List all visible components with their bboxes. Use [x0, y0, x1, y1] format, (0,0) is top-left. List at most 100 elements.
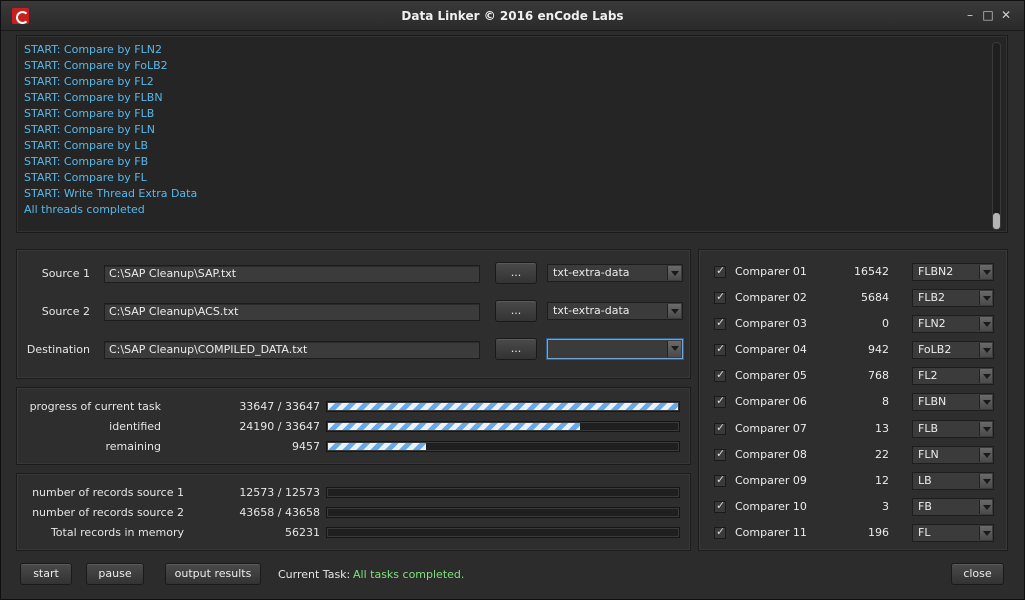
- comparer-name: Comparer 09: [735, 474, 807, 487]
- records-source2-label: number of records source 2: [32, 506, 184, 519]
- chevron-down-icon[interactable]: [979, 448, 992, 462]
- chevron-down-icon[interactable]: [979, 317, 992, 331]
- log-line: START: Compare by LB: [24, 139, 148, 152]
- comparer-method-select[interactable]: FLB2: [912, 289, 994, 307]
- comparer-checkbox[interactable]: [714, 342, 726, 356]
- comparer-count: 16542: [854, 265, 889, 278]
- source1-label: Source 1: [41, 267, 90, 280]
- chevron-down-icon[interactable]: [667, 304, 681, 318]
- source2-browse-button[interactable]: ...: [495, 300, 537, 322]
- comparer-checkbox[interactable]: [714, 525, 726, 539]
- current-task-label: Current Task:: [278, 568, 351, 581]
- comparer-checkbox[interactable]: [714, 290, 726, 304]
- comparer-checkbox[interactable]: [714, 473, 726, 487]
- chevron-down-icon[interactable]: [979, 422, 992, 436]
- comparer-count: 22: [875, 448, 889, 461]
- current-task-progress-fill: [328, 403, 678, 410]
- comparer-checkbox[interactable]: [714, 368, 726, 382]
- chevron-down-icon[interactable]: [979, 526, 992, 540]
- source1-path-input[interactable]: C:\SAP Cleanup\SAP.txt: [104, 265, 480, 283]
- comparer-count: 196: [868, 526, 889, 539]
- destination-browse-button[interactable]: ...: [495, 338, 537, 360]
- chevron-down-icon[interactable]: [979, 395, 992, 409]
- comparer-row: Comparer 08 22 FLN: [699, 446, 1007, 466]
- remaining-value: 9457: [292, 440, 320, 453]
- comparer-method-value: FLBN: [918, 395, 947, 408]
- log-line: All threads completed: [24, 203, 145, 216]
- comparer-row: Comparer 09 12 LB: [699, 472, 1007, 492]
- log-line: START: Compare by FLN2: [24, 43, 162, 56]
- comparer-method-select[interactable]: FLN: [912, 446, 994, 464]
- source2-format-select[interactable]: txt-extra-data: [547, 302, 683, 320]
- comparer-method-select[interactable]: FL2: [912, 367, 994, 385]
- comparer-row: Comparer 01 16542 FLBN2: [699, 263, 1007, 283]
- chevron-down-icon[interactable]: [979, 500, 992, 514]
- chevron-down-icon[interactable]: [979, 369, 992, 383]
- source1-format-select[interactable]: txt-extra-data: [547, 264, 683, 282]
- comparer-checkbox[interactable]: [714, 421, 726, 435]
- comparer-method-value: FLBN2: [918, 265, 954, 278]
- comparer-name: Comparer 01: [735, 265, 807, 278]
- log-scrollbar-thumb[interactable]: [993, 213, 1000, 229]
- log-line: START: Compare by FL: [24, 171, 147, 184]
- destination-format-select[interactable]: [547, 339, 683, 359]
- comparer-method-value: FB: [918, 500, 932, 513]
- comparer-method-select[interactable]: FLBN2: [912, 263, 994, 281]
- log-line: START: Compare by FL2: [24, 75, 154, 88]
- comparer-name: Comparer 11: [735, 526, 807, 539]
- comparer-row: Comparer 04 942 FoLB2: [699, 341, 1007, 361]
- comparer-checkbox[interactable]: [714, 316, 726, 330]
- identified-value: 24190 / 33647: [239, 420, 320, 433]
- comparer-checkbox[interactable]: [714, 394, 726, 408]
- close-button[interactable]: close: [951, 563, 1004, 585]
- identified-label: identified: [109, 420, 161, 433]
- comparer-row: Comparer 10 3 FB: [699, 498, 1007, 518]
- comparer-method-select[interactable]: FoLB2: [912, 341, 994, 359]
- records-total-value: 56231: [285, 526, 320, 539]
- start-button[interactable]: start: [20, 563, 72, 585]
- pause-button[interactable]: pause: [86, 563, 144, 585]
- log-line: START: Compare by FLN: [24, 123, 155, 136]
- comparer-method-select[interactable]: FL: [912, 524, 994, 542]
- comparer-method-value: FLB2: [918, 291, 946, 304]
- destination-path-input[interactable]: C:\SAP Cleanup\COMPILED_DATA.txt: [104, 341, 480, 359]
- destination-label: Destination: [26, 343, 90, 356]
- chevron-down-icon[interactable]: [979, 291, 992, 305]
- log-scrollbar[interactable]: [992, 42, 1001, 230]
- comparer-checkbox[interactable]: [714, 264, 726, 278]
- title-bar[interactable]: Data Linker © 2016 enCode Labs – □ ✕: [1, 1, 1024, 31]
- records-source1-bar: [326, 487, 680, 498]
- maximize-icon[interactable]: □: [981, 8, 995, 22]
- source1-browse-button[interactable]: ...: [495, 262, 537, 284]
- comparer-method-value: FL: [918, 526, 931, 539]
- comparer-method-select[interactable]: FLN2: [912, 315, 994, 333]
- chevron-down-icon[interactable]: [979, 265, 992, 279]
- source2-format-value: txt-extra-data: [553, 304, 630, 317]
- close-icon[interactable]: ✕: [999, 8, 1013, 22]
- comparer-method-value: LB: [918, 474, 932, 487]
- chevron-down-icon[interactable]: [979, 474, 992, 488]
- comparer-count: 13: [875, 422, 889, 435]
- comparer-checkbox[interactable]: [714, 447, 726, 461]
- source2-path-input[interactable]: C:\SAP Cleanup\ACS.txt: [104, 303, 480, 321]
- comparer-method-value: FLB: [918, 422, 939, 435]
- comparer-checkbox[interactable]: [714, 499, 726, 513]
- chevron-down-icon[interactable]: [979, 343, 992, 357]
- comparer-name: Comparer 06: [735, 395, 807, 408]
- log-output[interactable]: START: Compare by FLN2 START: Compare by…: [16, 35, 1008, 233]
- comparer-method-select[interactable]: FLBN: [912, 393, 994, 411]
- comparer-row: Comparer 02 5684 FLB2: [699, 289, 1007, 309]
- output-results-button[interactable]: output results: [165, 563, 261, 585]
- chevron-down-icon[interactable]: [667, 266, 681, 280]
- minimize-icon[interactable]: –: [963, 8, 977, 22]
- comparer-name: Comparer 08: [735, 448, 807, 461]
- comparer-method-select[interactable]: FB: [912, 498, 994, 516]
- chevron-down-icon[interactable]: [667, 341, 681, 357]
- comparer-method-select[interactable]: LB: [912, 472, 994, 490]
- comparer-method-select[interactable]: FLB: [912, 420, 994, 438]
- records-total-label: Total records in memory: [50, 526, 184, 539]
- source1-format-value: txt-extra-data: [553, 266, 630, 279]
- remaining-progress-fill: [328, 443, 426, 450]
- log-line: START: Compare by FB: [24, 155, 149, 168]
- app-window: Data Linker © 2016 enCode Labs – □ ✕ STA…: [0, 0, 1025, 600]
